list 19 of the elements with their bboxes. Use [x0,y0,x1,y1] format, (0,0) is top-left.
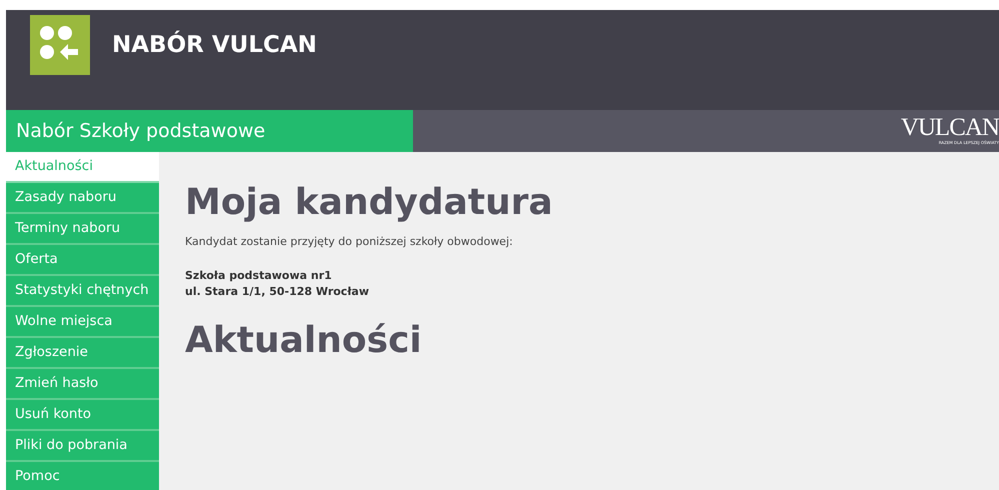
sidebar-item[interactable]: Usuń konto [6,400,159,431]
sidebar-item[interactable]: Oferta [6,245,159,276]
sidebar-item[interactable]: Zmień hasło [6,369,159,400]
school-name: Szkoła podstawowa nr1 [185,268,333,284]
section-title: Nabór Szkoły podstawowe [6,110,413,152]
school-address: ul. Stara 1/1, 50-128 Wrocław [185,284,370,300]
sidebar-item[interactable]: Statystyki chętnych [6,276,159,307]
news-heading: Aktualności [185,320,423,361]
intro-text: Kandydat zostanie przyjęty do poniższej szkoły obwodowej: [185,235,514,248]
sidebar-item[interactable]: Zasady naboru [6,183,159,214]
page-heading: Moja kandydatura [185,182,553,223]
sidebar-item[interactable]: Zgłoszenie [6,338,159,369]
sidebar-item[interactable]: Terminy naboru [6,214,159,245]
brand-logo: VULCAN [900,116,999,140]
app-title: NABÓR VULCAN [112,32,317,58]
sidebar-item[interactable]: Wolne miejsca [6,307,159,338]
logo-icon [30,15,90,75]
sidebar-item[interactable]: Pomoc [6,462,159,490]
sidebar-item[interactable]: Pliki do pobrania [6,431,159,462]
